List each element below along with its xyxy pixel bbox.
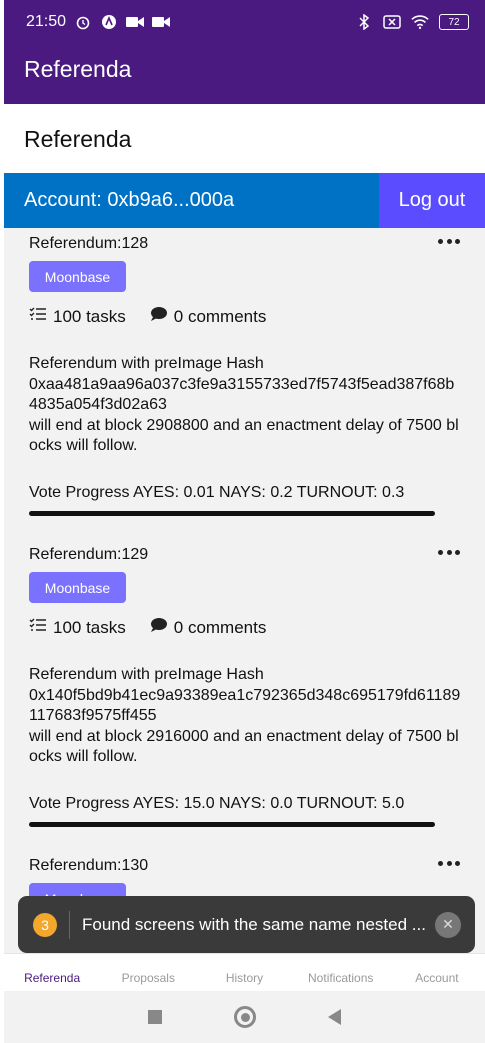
toast-message: Found screens with the same name nested … xyxy=(82,914,426,934)
toast-count-badge: 3 xyxy=(33,912,57,937)
close-icon[interactable]: ✕ xyxy=(435,911,461,938)
bluetooth-icon xyxy=(355,14,373,30)
video-icon xyxy=(126,14,145,30)
tasks-count: 100 tasks xyxy=(53,617,126,637)
app-frame: 21:50 72 Referenda Referenda Account: 0x… xyxy=(4,0,485,1043)
preimage-hash: 0x140f5bd9b41ec9a93389ea1c792365d348c695… xyxy=(29,686,461,725)
comment-icon xyxy=(150,617,168,638)
tasks-count: 100 tasks xyxy=(53,306,126,326)
referendum-description: Referendum with preImage Hash 0xaa481a9a… xyxy=(29,354,461,457)
description-end: will end at block 2908800 and an enactme… xyxy=(29,416,459,455)
page-header: Referenda xyxy=(4,104,485,173)
progress-fill xyxy=(29,822,435,827)
back-button-icon[interactable] xyxy=(328,1009,341,1025)
app-title: Referenda xyxy=(24,56,132,82)
toast-divider xyxy=(69,910,70,939)
more-options-icon[interactable] xyxy=(438,545,460,559)
tab-label: History xyxy=(225,971,264,985)
referendum-meta: 100 tasks 0 comments xyxy=(29,306,266,327)
tab-label: Account xyxy=(415,971,459,985)
recents-button-icon[interactable] xyxy=(148,1010,162,1024)
account-bar: Account: 0xb9a6...000a Log out xyxy=(4,173,485,228)
status-bar: 21:50 72 xyxy=(4,0,485,44)
wifi-icon xyxy=(411,14,429,30)
referendum-title: Referendum:128 xyxy=(29,235,149,252)
tab-notifications[interactable]: Notifications xyxy=(293,954,389,991)
referendum-card: Referendum:128 Moonbase 100 tasks 0 comm… xyxy=(4,228,485,539)
system-nav-bar xyxy=(4,991,485,1043)
tab-proposals[interactable]: Proposals xyxy=(100,954,196,991)
referendum-card: Referendum:129 Moonbase 100 tasks 0 comm… xyxy=(4,539,485,850)
bottom-tab-bar: Referenda Proposals History Notification… xyxy=(4,953,485,991)
description-intro: Referendum with preImage Hash xyxy=(29,355,264,372)
toast-notification[interactable]: 3 Found screens with the same name neste… xyxy=(18,896,475,953)
vote-progress-text: Vote Progress AYES: 15.0 NAYS: 0.0 TURNO… xyxy=(29,795,405,812)
video-icon-2 xyxy=(152,14,171,30)
app-bar: 21:50 72 Referenda xyxy=(4,0,485,104)
preimage-hash: 0xaa481a9aa96a037c3fe9a3155733ed7f5743f5… xyxy=(29,375,455,414)
description-end: will end at block 2916000 and an enactme… xyxy=(29,727,459,766)
referendum-description: Referendum with preImage Hash 0x140f5bd9… xyxy=(29,665,461,768)
tab-label: Notifications xyxy=(308,971,374,985)
vote-progress-text: Vote Progress AYES: 0.01 NAYS: 0.2 TURNO… xyxy=(29,484,405,501)
referendum-meta: 100 tasks 0 comments xyxy=(29,617,266,638)
comment-icon xyxy=(150,306,168,327)
referendum-title: Referendum:129 xyxy=(29,546,149,563)
vote-progress-bar xyxy=(29,822,435,827)
tab-referenda[interactable]: Referenda xyxy=(4,954,100,991)
tab-label: Proposals xyxy=(121,971,175,985)
status-time: 21:50 xyxy=(26,13,67,30)
referenda-list[interactable]: Referendum:128 Moonbase 100 tasks 0 comm… xyxy=(4,228,485,928)
progress-fill xyxy=(29,511,435,516)
page-title: Referenda xyxy=(24,126,132,152)
tab-label: Referenda xyxy=(24,971,81,985)
app-notification-icon xyxy=(100,14,118,30)
tasks-list-icon xyxy=(29,306,47,327)
comments-count: 0 comments xyxy=(173,306,267,326)
tab-history[interactable]: History xyxy=(196,954,292,991)
vote-progress-bar xyxy=(29,511,435,516)
no-sim-icon xyxy=(383,14,401,30)
network-tag-button[interactable]: Moonbase xyxy=(29,261,126,292)
description-intro: Referendum with preImage Hash xyxy=(29,666,264,683)
more-options-icon[interactable] xyxy=(438,234,460,248)
alarm-icon xyxy=(74,14,92,30)
battery-icon: 72 xyxy=(439,14,469,30)
home-button-icon[interactable] xyxy=(234,1006,256,1028)
network-tag-button[interactable]: Moonbase xyxy=(29,572,126,603)
logout-button[interactable]: Log out xyxy=(379,173,485,228)
comments-count: 0 comments xyxy=(173,617,267,637)
account-label: Account: 0xb9a6...000a xyxy=(24,189,235,211)
tasks-list-icon xyxy=(29,617,47,638)
more-options-icon[interactable] xyxy=(438,856,460,870)
tab-account[interactable]: Account xyxy=(389,954,485,991)
referendum-title: Referendum:130 xyxy=(29,857,149,874)
